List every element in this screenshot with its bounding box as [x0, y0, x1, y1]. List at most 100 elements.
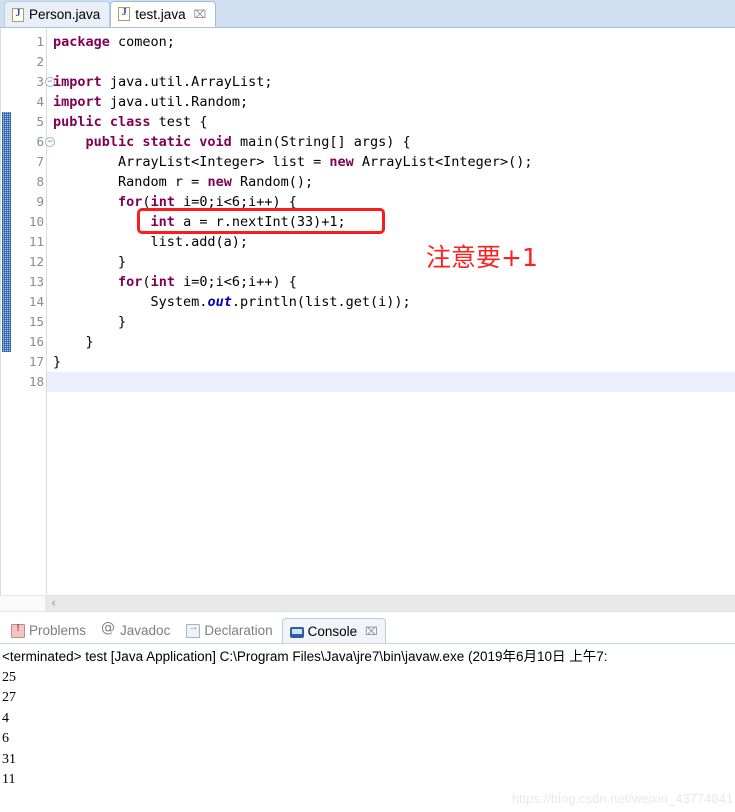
problems-icon — [11, 623, 25, 638]
code-line[interactable]: import java.util.ArrayList; — [53, 72, 735, 92]
console-line: 6 — [2, 731, 9, 746]
editor-tab-person-java[interactable]: Person.java — [4, 1, 111, 27]
line-number: 7 — [36, 154, 44, 169]
line-number: 1 — [36, 34, 44, 49]
editor-tab-label: test.java — [135, 6, 186, 22]
line-number: 15 — [28, 314, 44, 329]
code-token: new — [207, 174, 232, 190]
code-line[interactable] — [47, 372, 735, 392]
code-token: ArrayList<Integer>(); — [353, 154, 533, 170]
code-token: Random(); — [231, 174, 314, 190]
code-line[interactable]: } — [53, 252, 735, 272]
bottom-panel: Problems Javadoc Declaration Console ⌧ <… — [0, 616, 735, 789]
line-number-gutter: 1 2 3−4 5 6−7 8 9 10 11 12 13 14 15 16 17 18 — [14, 28, 55, 595]
line-number: 11 — [28, 234, 44, 249]
tab-javadoc[interactable]: Javadoc — [95, 618, 177, 643]
panel-tab-label: Problems — [29, 623, 87, 638]
chevron-left-icon[interactable]: ‹ — [45, 596, 56, 611]
code-token: Random r = — [53, 174, 208, 190]
line-number: 12 — [28, 254, 44, 269]
code-line[interactable]: } — [53, 352, 735, 372]
editor-tab-test-java[interactable]: test.java ⌧ — [110, 1, 217, 27]
console-status-line: <terminated> test [Java Application] C:\… — [2, 649, 608, 664]
java-file-icon — [118, 7, 131, 21]
code-line[interactable]: int a = r.nextInt(33)+1; — [53, 212, 735, 232]
code-token: package — [53, 34, 110, 50]
line-number: 6− — [14, 132, 55, 152]
code-content[interactable]: package comeon; import java.util.ArrayLis… — [47, 28, 735, 595]
code-line[interactable]: public static void main(String[] args) { — [53, 132, 735, 152]
tab-declaration[interactable]: Declaration — [179, 618, 279, 643]
tab-problems[interactable]: Problems — [4, 618, 93, 643]
close-icon[interactable]: ⌧ — [365, 625, 378, 638]
code-line[interactable]: package comeon; — [53, 32, 735, 52]
code-token: list.add(a); — [53, 234, 249, 250]
code-line[interactable]: } — [53, 332, 735, 352]
code-line[interactable]: for(int i=0;i<6;i++) { — [53, 272, 735, 292]
code-token: import — [53, 74, 102, 90]
code-token: public class — [53, 114, 151, 130]
code-token: ( — [142, 194, 151, 210]
code-token: int — [150, 214, 175, 230]
declaration-icon — [186, 622, 201, 638]
watermark: https://blog.csdn.net/weixin_43774841 — [511, 791, 733, 806]
code-token: System. — [53, 294, 208, 310]
code-token: java.util.Random; — [101, 94, 249, 110]
code-line[interactable] — [53, 52, 735, 72]
panel-tab-label: Declaration — [204, 623, 273, 638]
panel-tab-label: Console — [307, 623, 358, 639]
line-number: 8 — [36, 174, 44, 189]
code-line[interactable]: for(int i=0;i<6;i++) { — [53, 192, 735, 212]
console-icon — [289, 626, 304, 638]
line-number: 4 — [36, 94, 44, 109]
code-token: public static void — [85, 134, 232, 150]
code-token: test { — [150, 114, 208, 130]
console-output[interactable]: <terminated> test [Java Application] C:\… — [0, 643, 735, 789]
java-file-icon — [12, 7, 24, 22]
scrollbar-pad — [0, 596, 45, 611]
scrollbar-track[interactable]: ‹ — [45, 596, 735, 611]
code-token: out — [207, 294, 232, 310]
code-line[interactable]: ArrayList<Integer> list = new ArrayList<… — [53, 152, 735, 172]
line-number: 13 — [28, 274, 44, 289]
code-token: main(String[] args) { — [231, 134, 411, 150]
code-token: for — [118, 194, 143, 210]
code-token: i=0;i<6;i++) { — [174, 274, 297, 290]
panel-tab-bar: Problems Javadoc Declaration Console ⌧ — [0, 616, 735, 643]
console-line: 11 — [2, 772, 16, 787]
code-token: comeon; — [109, 34, 175, 50]
code-token: new — [329, 154, 354, 170]
close-icon[interactable]: ⌧ — [194, 8, 207, 21]
line-number: 5 — [36, 114, 44, 129]
change-marker-bar — [1, 28, 14, 595]
code-line[interactable]: import java.util.Random; — [53, 92, 735, 112]
code-editor[interactable]: 1 2 3−4 5 6−7 8 9 10 11 12 13 14 15 16 17 18 package co… — [0, 28, 735, 595]
console-line: 25 — [2, 669, 16, 685]
code-token: a = r.nextInt(33)+1; — [174, 214, 346, 230]
editor-horizontal-scrollbar[interactable]: ‹ — [0, 595, 735, 611]
code-line[interactable]: } — [53, 312, 735, 332]
console-line: 31 — [2, 751, 16, 767]
tab-console[interactable]: Console ⌧ — [281, 618, 386, 643]
console-line: 27 — [2, 690, 16, 705]
editor-tab-bar: Person.java test.java ⌧ — [0, 0, 735, 28]
line-number: 16 — [28, 334, 44, 349]
code-line[interactable]: Random r = new Random(); — [53, 172, 735, 192]
code-token: } — [53, 354, 62, 370]
code-token: int — [150, 194, 175, 210]
code-token: int — [150, 274, 175, 290]
console-line: 4 — [2, 710, 9, 726]
code-line[interactable]: public class test { — [53, 112, 735, 132]
line-number: 2 — [36, 54, 44, 69]
code-token: ( — [142, 274, 151, 290]
line-number: 18 — [28, 374, 44, 389]
code-token: import — [53, 94, 102, 110]
code-line[interactable]: list.add(a); — [53, 232, 735, 252]
line-number: 17 — [28, 354, 44, 369]
note-annotation: 注意要+1 — [426, 243, 538, 272]
console-lines: 25 27 4 6 31 11 — [2, 668, 735, 790]
code-token: } — [53, 314, 127, 330]
code-line[interactable]: System.out.println(list.get(i)); — [53, 292, 735, 312]
